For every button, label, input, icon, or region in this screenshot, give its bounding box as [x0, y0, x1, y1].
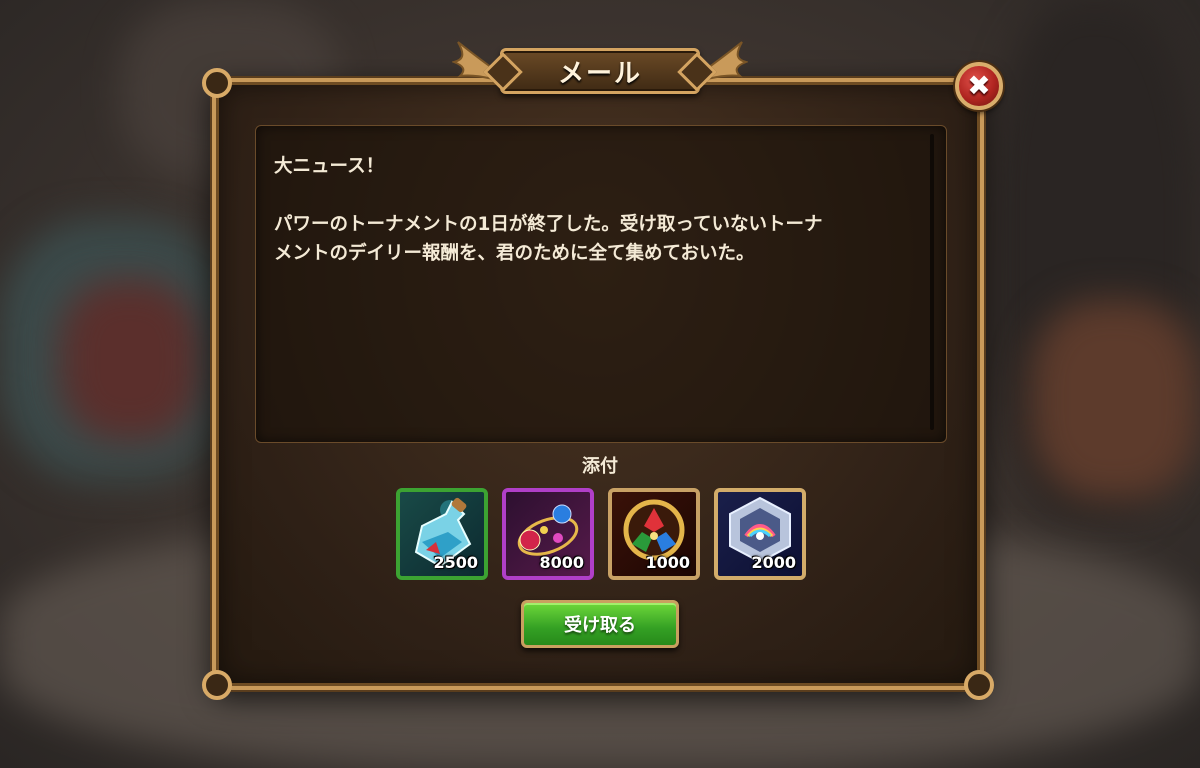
attachment-item-gem-necklace[interactable]: 8000 [502, 488, 594, 580]
frame-corner-ornament [964, 670, 994, 700]
item-quantity: 8000 [539, 553, 584, 572]
claim-button[interactable]: 受け取る [521, 600, 679, 648]
item-quantity: 2500 [433, 553, 478, 572]
attachments-list: 2500 8000 1000 2000 [396, 488, 808, 582]
dialog-title: メール [557, 58, 642, 89]
message-panel[interactable]: 大ニュース！ パワーのトーナメントの1日が終了した。受け取っていないトーナ メン… [255, 125, 947, 443]
attachment-item-potion[interactable]: 2500 [396, 488, 488, 580]
message-scrollbar[interactable] [930, 134, 934, 430]
close-icon: ✖ [967, 69, 991, 102]
claim-button-label: 受け取る [564, 615, 636, 636]
message-body: 大ニュース！ パワーのトーナメントの1日が終了した。受け取っていないトーナ メン… [274, 156, 823, 264]
item-quantity: 1000 [645, 553, 690, 572]
frame-corner-ornament [202, 670, 232, 700]
attachment-item-hexagon-crest[interactable]: 2000 [714, 488, 806, 580]
title-plate: メール [500, 48, 700, 94]
attachment-item-triad-gem[interactable]: 1000 [608, 488, 700, 580]
attachments-label: 添付 [582, 456, 618, 477]
title-banner: メール [452, 38, 748, 104]
item-quantity: 2000 [751, 553, 796, 572]
frame-corner-ornament [202, 68, 232, 98]
close-button[interactable]: ✖ [955, 62, 1003, 110]
